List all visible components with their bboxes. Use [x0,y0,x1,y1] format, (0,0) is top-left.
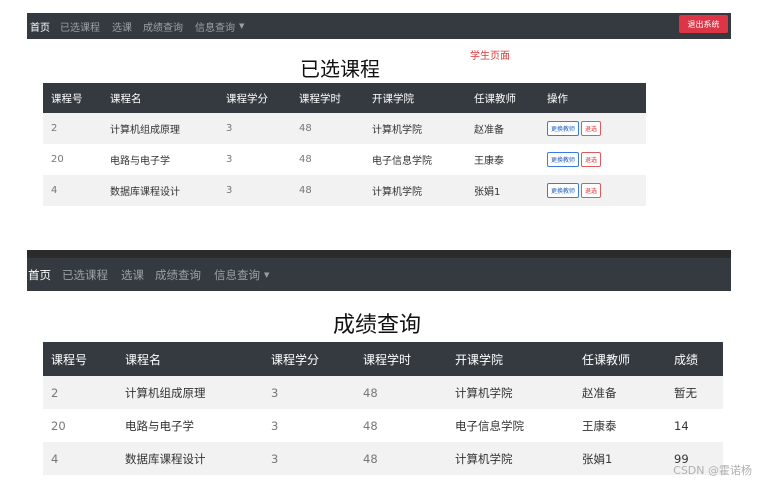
header-credit: 课程学分 [263,342,355,376]
nav-grade-query[interactable]: 成绩查询 [155,258,201,291]
table-row: 2 计算机组成原理 3 48 计算机学院 赵准备 更换教师 退选 [43,113,646,144]
cell-teacher: 张娟1 [466,175,539,206]
cell-credit: 3 [218,175,291,206]
navbar-bottom: 首页 已选课程 选课 成绩查询 信息查询 ▼ [27,258,731,291]
cell-teacher: 张娟1 [574,442,666,475]
navbar-top: 首页 已选课程 选课 成绩查询 信息查询 ▼ 退出系统 [27,13,731,39]
nav-grade-query[interactable]: 成绩查询 [143,13,183,39]
nav-home[interactable]: 首页 [30,13,50,39]
cell-college: 计算机学院 [364,175,466,206]
cell-course-id: 20 [43,409,117,442]
cell-teacher: 王康泰 [574,409,666,442]
cell-hours: 48 [291,113,364,144]
table-header-row: 课程号 课程名 课程学分 课程学时 开课学院 任课教师 成绩 [43,342,723,376]
header-grade: 成绩 [666,342,723,376]
table-row: 4 数据库课程设计 3 48 计算机学院 张娟1 99 [43,442,723,475]
table-row: 20 电路与电子学 3 48 电子信息学院 王康泰 更换教师 退选 [43,144,646,175]
cell-hours: 48 [355,409,447,442]
nav-info-query[interactable]: 信息查询 ▼ [195,13,244,39]
cell-hours: 48 [291,175,364,206]
header-course-id: 课程号 [43,342,117,376]
nav-info-query-label: 信息查询 [214,267,260,282]
cell-college: 计算机学院 [447,442,574,475]
nav-home[interactable]: 首页 [28,258,51,291]
change-teacher-button[interactable]: 更换教师 [547,183,580,198]
nav-selected-courses[interactable]: 已选课程 [62,258,108,291]
header-course-name: 课程名 [102,83,218,113]
caret-down-icon: ▼ [239,22,245,30]
nav-selected-courses[interactable]: 已选课程 [60,13,100,39]
change-teacher-button[interactable]: 更换教师 [547,121,580,136]
cell-grade: 14 [666,409,723,442]
cell-college: 电子信息学院 [364,144,466,175]
nav-info-query[interactable]: 信息查询 ▼ [214,258,269,291]
nav-choose-course[interactable]: 选课 [112,13,132,39]
grades-table: 课程号 课程名 课程学分 课程学时 开课学院 任课教师 成绩 2 计算机组成原理… [43,342,723,475]
page-title-grades: 成绩查询 [333,313,422,338]
header-course-id: 课程号 [43,83,102,113]
nav-info-query-label: 信息查询 [195,22,235,34]
cell-course-name: 计算机组成原理 [102,113,218,144]
header-hours: 课程学时 [355,342,447,376]
table-row: 20 电路与电子学 3 48 电子信息学院 王康泰 14 [43,409,723,442]
cell-credit: 3 [263,409,355,442]
cell-actions: 更换教师 退选 [539,113,646,144]
table-row: 4 数据库课程设计 3 48 计算机学院 张娟1 更换教师 退选 [43,175,646,206]
table-header-row: 课程号 课程名 课程学分 课程学时 开课学院 任课教师 操作 [43,83,646,113]
cell-grade: 暂无 [666,376,723,409]
table-row: 2 计算机组成原理 3 48 计算机学院 赵准备 暂无 [43,376,723,409]
change-teacher-button[interactable]: 更换教师 [547,152,580,167]
cell-college: 计算机学院 [447,376,574,409]
drop-course-button[interactable]: 退选 [581,121,602,136]
cell-teacher: 王康泰 [466,144,539,175]
cell-hours: 48 [355,376,447,409]
cell-credit: 3 [218,144,291,175]
cell-course-id: 4 [43,442,117,475]
cell-course-name: 计算机组成原理 [117,376,263,409]
cell-teacher: 赵准备 [466,113,539,144]
cell-course-id: 2 [43,376,117,409]
cell-hours: 48 [355,442,447,475]
header-credit: 课程学分 [218,83,291,113]
header-hours: 课程学时 [291,83,364,113]
cell-credit: 3 [218,113,291,144]
cell-college: 计算机学院 [364,113,466,144]
cell-course-id: 20 [43,144,102,175]
cell-course-name: 数据库课程设计 [117,442,263,475]
selected-courses-table: 课程号 课程名 课程学分 课程学时 开课学院 任课教师 操作 2 计算机组成原理… [43,83,646,206]
header-course-name: 课程名 [117,342,263,376]
cell-college: 电子信息学院 [447,409,574,442]
cell-course-name: 电路与电子学 [117,409,263,442]
header-teacher: 任课教师 [574,342,666,376]
watermark: CSDN @霍诺杨 [673,464,752,477]
cell-actions: 更换教师 退选 [539,175,646,206]
cell-credit: 3 [263,376,355,409]
header-college: 开课学院 [447,342,574,376]
student-page-label: 学生页面 [470,51,510,62]
cell-hours: 48 [291,144,364,175]
screenshot-divider [27,250,731,258]
cell-actions: 更换教师 退选 [539,144,646,175]
header-college: 开课学院 [364,83,466,113]
cell-teacher: 赵准备 [574,376,666,409]
nav-choose-course[interactable]: 选课 [121,258,144,291]
cell-course-name: 数据库课程设计 [102,175,218,206]
caret-down-icon: ▼ [264,270,270,279]
cell-credit: 3 [263,442,355,475]
header-teacher: 任课教师 [466,83,539,113]
cell-course-name: 电路与电子学 [102,144,218,175]
drop-course-button[interactable]: 退选 [581,183,602,198]
page: 首页 已选课程 选课 成绩查询 信息查询 ▼ 退出系统 已选课程 学生页面 课程号… [0,0,760,484]
cell-course-id: 4 [43,175,102,206]
cell-course-id: 2 [43,113,102,144]
page-title-selected: 已选课程 [300,56,380,81]
logout-button[interactable]: 退出系统 [679,15,728,33]
header-actions: 操作 [539,83,646,113]
drop-course-button[interactable]: 退选 [581,152,602,167]
